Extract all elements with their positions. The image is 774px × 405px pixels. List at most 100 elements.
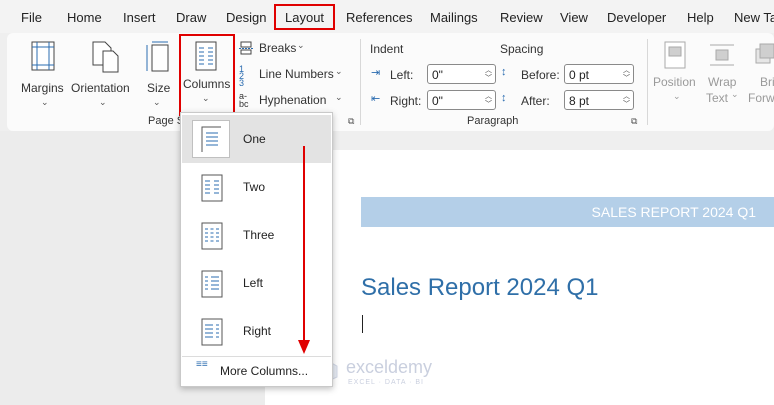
orientation-icon xyxy=(92,41,119,73)
bring-forward-icon xyxy=(755,43,774,64)
spacing-after-icon: ↕ xyxy=(501,92,507,104)
position-label: Position xyxy=(653,75,696,89)
menu-references[interactable]: References xyxy=(346,10,412,25)
columns-highlight xyxy=(179,34,235,116)
bring-forward-button[interactable]: Bri Forw xyxy=(747,39,774,105)
three-columns-icon xyxy=(201,222,223,250)
size-button[interactable]: Size ⌄ xyxy=(139,39,175,107)
position-button[interactable]: Position ⌄ xyxy=(651,39,699,105)
two-columns-icon xyxy=(201,174,223,202)
page-setup-launcher-icon[interactable]: ⧉ xyxy=(348,116,354,127)
menu-mailings[interactable]: Mailings xyxy=(430,10,478,25)
bring-forward-label: Forw xyxy=(748,91,774,105)
paragraph-launcher-icon[interactable]: ⧉ xyxy=(631,116,637,127)
line-numbers-label: Line Numbers xyxy=(259,67,334,81)
indent-left-value: 0" xyxy=(432,68,443,82)
menu-developer[interactable]: Developer xyxy=(607,10,666,25)
indent-right-icon: ⇤ xyxy=(371,93,381,105)
columns-option-label: One xyxy=(243,132,266,146)
watermark: exceldemy EXCEL · DATA · BI xyxy=(314,357,464,387)
hyphenation-icon: a-bc xyxy=(239,91,249,109)
more-columns-label: More Columns... xyxy=(220,364,309,378)
spacing-before-icon: ↕ xyxy=(501,66,507,78)
margins-label: Margins xyxy=(21,81,64,95)
wrap-text-label: Text xyxy=(706,91,729,105)
indent-left-label: Left: xyxy=(390,68,414,82)
more-columns-button[interactable]: ≡≡ More Columns... xyxy=(182,359,331,383)
divider xyxy=(360,39,361,125)
menu-new-tab[interactable]: New Ta xyxy=(734,10,774,25)
indent-right-value: 0" xyxy=(432,94,443,108)
bring-label: Bri xyxy=(760,75,774,89)
menu-home[interactable]: Home xyxy=(67,10,102,25)
layout-tab-highlight xyxy=(274,4,335,30)
indent-left-icon: ⇥ xyxy=(371,67,381,79)
orientation-label: Orientation xyxy=(71,81,130,95)
spin-up-icon[interactable]: ︿ xyxy=(623,93,630,101)
indent-right-label: Right: xyxy=(390,94,422,108)
menu-draw[interactable]: Draw xyxy=(176,10,206,25)
spin-down-icon[interactable]: ﹀ xyxy=(623,101,630,109)
one-column-icon xyxy=(201,126,221,152)
margins-button[interactable]: Margins ⌄ xyxy=(17,39,69,107)
wrap-label: Wrap xyxy=(708,75,737,89)
menu-bar: File Home Insert Draw Design Layout Refe… xyxy=(0,0,774,33)
menu-help[interactable]: Help xyxy=(687,10,714,25)
spin-down-icon[interactable]: ﹀ xyxy=(485,75,492,83)
text-cursor xyxy=(362,315,363,333)
columns-option-label: Left xyxy=(243,276,264,290)
annotation-arrow-icon xyxy=(298,146,310,354)
hyphenation-label: Hyphenation xyxy=(259,93,327,107)
spin-up-icon[interactable]: ︿ xyxy=(485,67,492,75)
spin-down-icon[interactable]: ﹀ xyxy=(485,101,492,109)
wrap-text-button[interactable]: Wrap Text ⌄ xyxy=(701,39,741,105)
indent-left-field[interactable]: 0" ︿ ﹀ xyxy=(427,64,496,84)
hyphenation-button[interactable]: a-bc Hyphenation ⌄ xyxy=(239,92,349,110)
spin-up-icon[interactable]: ︿ xyxy=(623,67,630,75)
divider xyxy=(647,39,648,125)
page-setup-group-label: Page S xyxy=(148,115,185,127)
breaks-label: Breaks xyxy=(259,41,297,55)
spacing-heading: Spacing xyxy=(500,42,544,56)
columns-option-label: Two xyxy=(243,180,266,194)
more-columns-icon: ≡≡ xyxy=(196,359,208,370)
chevron-down-icon: ⌄ xyxy=(41,97,49,107)
spacing-after-label: After: xyxy=(521,94,550,108)
chevron-down-icon: ⌄ xyxy=(335,66,343,76)
line-numbers-icon: 123 xyxy=(239,64,245,88)
paragraph-group-label: Paragraph xyxy=(467,115,519,127)
banner-text: SALES REPORT 2024 Q1 xyxy=(591,204,756,220)
spacing-before-field[interactable]: 0 pt ︿ ﹀ xyxy=(564,64,634,84)
document-heading[interactable]: Sales Report 2024 Q1 xyxy=(361,274,598,302)
ribbon: Margins ⌄ Orientation ⌄ Size ⌄ Columns ⌄… xyxy=(7,33,774,131)
size-icon xyxy=(146,41,169,72)
watermark-tagline: EXCEL · DATA · BI xyxy=(348,379,424,386)
menu-view[interactable]: View xyxy=(560,10,588,25)
spacing-after-field[interactable]: 8 pt ︿ ﹀ xyxy=(564,90,634,110)
position-icon xyxy=(664,41,686,69)
spin-down-icon[interactable]: ﹀ xyxy=(623,75,630,83)
margins-icon xyxy=(31,41,55,71)
line-numbers-button[interactable]: 123 Line Numbers ⌄ xyxy=(239,64,349,88)
chevron-down-icon: ⌄ xyxy=(731,89,739,99)
report-banner: SALES REPORT 2024 Q1 xyxy=(361,197,774,227)
size-label: Size xyxy=(147,81,171,95)
columns-option-label: Right xyxy=(243,324,272,338)
columns-option-label: Three xyxy=(243,228,275,242)
menu-design[interactable]: Design xyxy=(226,10,266,25)
orientation-button[interactable]: Orientation ⌄ xyxy=(69,39,135,107)
indent-right-field[interactable]: 0" ︿ ﹀ xyxy=(427,90,496,110)
spin-up-icon[interactable]: ︿ xyxy=(485,93,492,101)
breaks-icon xyxy=(239,41,253,55)
right-columns-icon xyxy=(201,318,223,346)
chevron-down-icon: ⌄ xyxy=(297,40,305,50)
left-columns-icon xyxy=(201,270,223,298)
breaks-button[interactable]: Breaks ⌄ xyxy=(239,40,339,58)
menu-file[interactable]: File xyxy=(21,10,42,25)
chevron-down-icon: ⌄ xyxy=(153,97,161,107)
menu-review[interactable]: Review xyxy=(500,10,543,25)
chevron-down-icon: ⌄ xyxy=(673,91,681,101)
spacing-before-value: 0 pt xyxy=(569,68,590,82)
menu-insert[interactable]: Insert xyxy=(123,10,156,25)
wrap-text-icon xyxy=(710,44,734,66)
